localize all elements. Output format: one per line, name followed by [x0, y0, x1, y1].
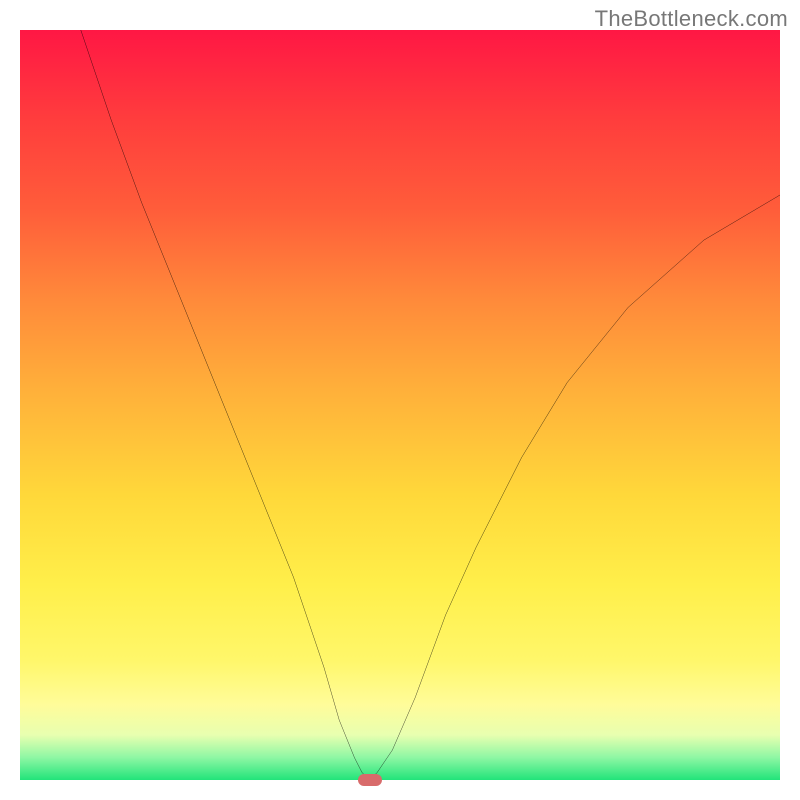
- bottleneck-curve: [81, 30, 780, 780]
- plot-area: [20, 30, 780, 780]
- optimum-marker: [358, 774, 382, 786]
- curve-svg: [20, 30, 780, 780]
- watermark-label: TheBottleneck.com: [595, 6, 788, 32]
- chart-container: TheBottleneck.com: [0, 0, 800, 800]
